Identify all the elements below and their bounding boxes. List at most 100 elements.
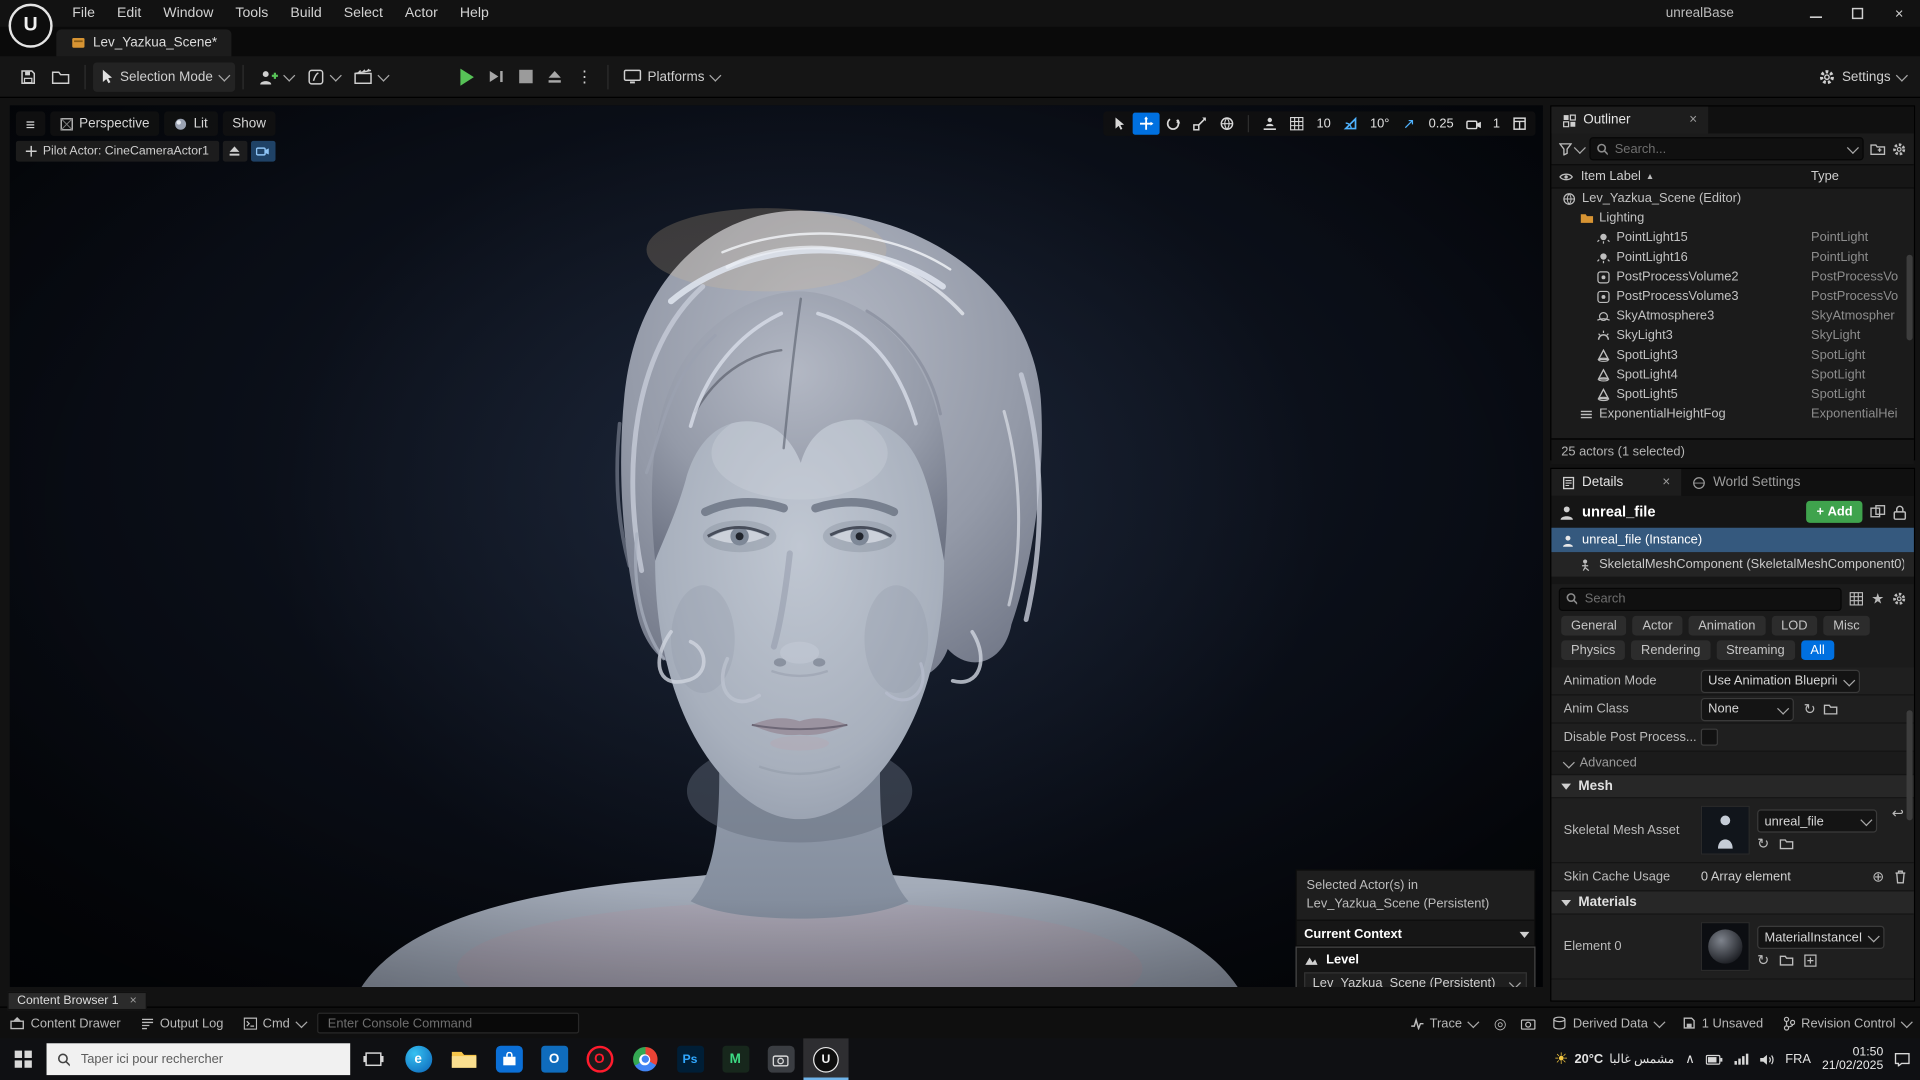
surface-snap-button[interactable]: [1256, 113, 1283, 135]
browse-icon[interactable]: [1779, 838, 1794, 850]
menu-help[interactable]: Help: [449, 0, 500, 27]
stop-button[interactable]: [512, 62, 540, 91]
create-folder-button[interactable]: [1870, 142, 1886, 155]
close-button[interactable]: ×: [1878, 0, 1920, 27]
component-row-skeletal-mesh[interactable]: SkeletalMeshComponent (SkeletalMeshCompo…: [1551, 552, 1914, 577]
add-component-button[interactable]: + Add: [1806, 500, 1863, 523]
insights-icon[interactable]: ◎: [1494, 1016, 1507, 1031]
filter-general[interactable]: General: [1561, 615, 1627, 636]
outliner-row[interactable]: SpotLight3 SpotLight: [1551, 345, 1913, 365]
close-icon[interactable]: ×: [130, 994, 137, 1007]
menu-window[interactable]: Window: [152, 0, 224, 27]
scale-snap-value[interactable]: 0.25: [1423, 116, 1460, 131]
console-command-input[interactable]: [325, 1014, 571, 1032]
taskbar-app-photoshop[interactable]: Ps: [667, 1038, 712, 1080]
outliner-search-input[interactable]: [1612, 140, 1843, 158]
clock-widget[interactable]: 01:50 21/02/2025: [1822, 1046, 1883, 1073]
column-item-label[interactable]: Item Label ▲: [1581, 169, 1654, 184]
output-log-button[interactable]: Output Log: [140, 1016, 223, 1030]
browse-icon[interactable]: [1823, 703, 1838, 715]
pilot-actor-label[interactable]: Pilot Actor: CineCameraActor1: [15, 140, 219, 162]
grid-snap-button[interactable]: [1283, 113, 1310, 135]
filter-all[interactable]: All: [1800, 640, 1835, 661]
trash-icon[interactable]: [1894, 869, 1906, 884]
material-dropdown[interactable]: MaterialInstanceDyna: [1757, 925, 1885, 949]
settings-dropdown[interactable]: Settings: [1811, 62, 1912, 91]
viewport-options-button[interactable]: ≡: [15, 111, 45, 136]
rotation-snap-value[interactable]: 10°: [1364, 116, 1396, 131]
rotation-snap-button[interactable]: [1337, 113, 1364, 135]
menu-tools[interactable]: Tools: [224, 0, 279, 27]
outliner-row[interactable]: PostProcessVolume2 PostProcessVo: [1551, 267, 1913, 287]
lit-dropdown[interactable]: Lit: [164, 111, 218, 136]
move-tool-button[interactable]: [1132, 112, 1160, 135]
save-button[interactable]: [12, 62, 44, 91]
cinematics-dropdown[interactable]: [346, 62, 394, 91]
screenshot-icon[interactable]: [1521, 1017, 1537, 1030]
outliner-row[interactable]: ExponentialHeightFog ExponentialHei: [1551, 404, 1913, 424]
outliner-settings-button[interactable]: [1892, 141, 1907, 156]
visibility-column-icon[interactable]: [1551, 171, 1580, 182]
details-search-input[interactable]: [1582, 590, 1835, 608]
use-selected-icon[interactable]: ↻: [1757, 953, 1769, 968]
taskbar-app-edge[interactable]: e: [396, 1038, 441, 1080]
filter-actor[interactable]: Actor: [1632, 615, 1683, 636]
select-tool-button[interactable]: [1106, 113, 1133, 135]
material-options-icon[interactable]: [1804, 953, 1817, 967]
play-options-kebab[interactable]: ⋮: [569, 62, 600, 91]
outliner-filter-button[interactable]: [1558, 141, 1586, 156]
menu-edit[interactable]: Edit: [106, 0, 152, 27]
display-options-icon[interactable]: [1849, 591, 1864, 606]
taskbar-app-outlook[interactable]: O: [531, 1038, 576, 1080]
close-outliner-button[interactable]: ×: [1689, 113, 1697, 128]
derived-data-dropdown[interactable]: Derived Data: [1553, 1016, 1666, 1030]
outliner-search-box[interactable]: [1589, 137, 1864, 161]
revision-control-button[interactable]: Revision Control: [1783, 1016, 1913, 1030]
blueprints-dropdown[interactable]: [300, 62, 347, 91]
grid-snap-value[interactable]: 10: [1310, 116, 1337, 131]
use-selected-icon[interactable]: ↻: [1757, 836, 1769, 851]
menu-actor[interactable]: Actor: [394, 0, 449, 27]
taskbar-app-file-explorer[interactable]: [441, 1038, 486, 1080]
camera-speed-button[interactable]: [1460, 113, 1487, 135]
notifications-icon[interactable]: [1894, 1052, 1910, 1067]
level-dropdown[interactable]: Lev_Yazkua_Scene (Persistent): [1304, 972, 1527, 987]
perspective-dropdown[interactable]: Perspective: [49, 111, 160, 136]
content-drawer-button[interactable]: Content Drawer: [10, 1016, 121, 1030]
scale-tool-button[interactable]: [1187, 113, 1214, 135]
show-dropdown[interactable]: Show: [222, 111, 276, 136]
battery-icon[interactable]: [1705, 1054, 1723, 1065]
pilot-camera-toggle[interactable]: [250, 140, 276, 162]
trace-dropdown[interactable]: Trace: [1410, 1016, 1480, 1030]
taskbar-search-input[interactable]: [78, 1050, 340, 1068]
console-command-box[interactable]: [316, 1012, 579, 1034]
taskbar-app-chrome[interactable]: [622, 1038, 667, 1080]
play-button[interactable]: [453, 62, 481, 91]
outliner-scrollbar[interactable]: [1906, 254, 1913, 341]
hidden-icons-button[interactable]: ∧: [1685, 1052, 1694, 1067]
outliner-row[interactable]: SpotLight4 SpotLight: [1551, 365, 1913, 385]
taskbar-app-opera[interactable]: O: [577, 1038, 622, 1080]
outliner-row[interactable]: PointLight15 PointLight: [1551, 228, 1913, 248]
outliner-row[interactable]: PointLight16 PointLight: [1551, 247, 1913, 267]
lock-icon[interactable]: [1893, 504, 1907, 520]
taskbar-app-capture[interactable]: [758, 1038, 803, 1080]
filter-misc[interactable]: Misc: [1823, 615, 1870, 636]
world-space-toggle[interactable]: [1214, 113, 1241, 135]
close-details-button[interactable]: ×: [1662, 475, 1670, 490]
viewport-3d[interactable]: ≡ Perspective Lit Show 10 10° ↗ 0.25 1 P…: [9, 105, 1543, 987]
outliner-row[interactable]: SkyLight3 SkyLight: [1551, 326, 1913, 346]
tab-outliner[interactable]: Outliner ×: [1551, 106, 1709, 134]
start-button[interactable]: [0, 1038, 47, 1080]
outliner-row[interactable]: SkyAtmosphere3 SkyAtmospher: [1551, 306, 1913, 326]
filter-physics[interactable]: Physics: [1561, 640, 1626, 661]
outliner-row[interactable]: PostProcessVolume3 PostProcessVo: [1551, 287, 1913, 307]
component-row-instance[interactable]: unreal_file (Instance): [1551, 527, 1914, 553]
tab-details[interactable]: Details ×: [1551, 468, 1682, 496]
favorites-icon[interactable]: ★: [1871, 591, 1884, 606]
frame-skip-button[interactable]: [481, 62, 512, 91]
disable-post-process-checkbox[interactable]: [1700, 728, 1718, 746]
current-context-header[interactable]: Current Context: [1295, 920, 1536, 947]
filter-lod[interactable]: LOD: [1771, 615, 1818, 636]
minimize-button[interactable]: [1795, 0, 1837, 27]
